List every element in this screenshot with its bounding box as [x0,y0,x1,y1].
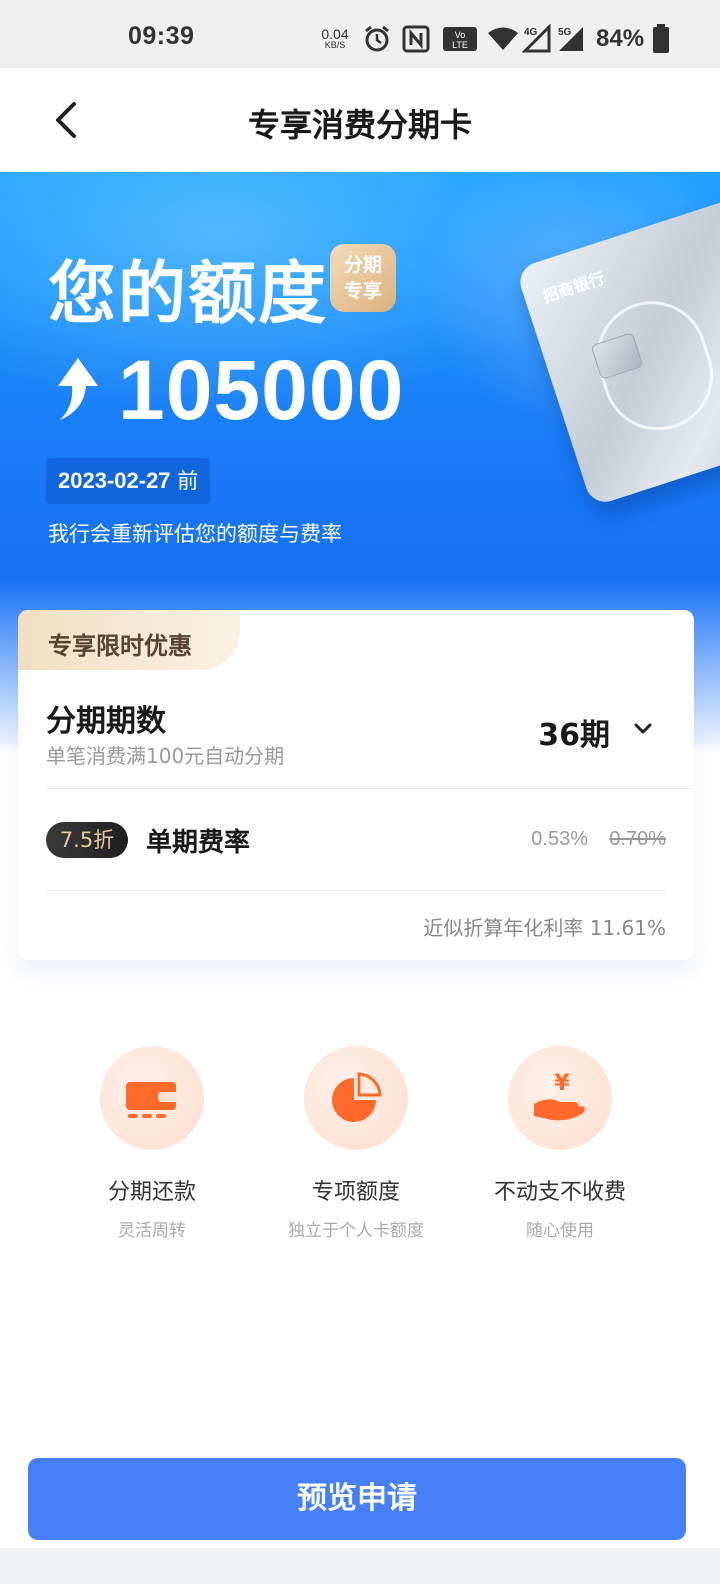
feature-dedicated-limit: 专项额度 独立于个人卡额度 [246,1046,466,1241]
feature-subtitle: 独立于个人卡额度 [288,1221,424,1241]
limited-offer-tag: 专享限时优惠 [18,610,240,670]
network-speed: 0.04 KB/S [321,26,349,50]
divider [46,890,666,891]
yuan-hand-icon: ¥ [508,1046,612,1150]
term-selector[interactable]: 36期 [538,710,610,754]
gesture-bar [0,1548,720,1584]
feature-list: 分期还款 灵活周转 专项额度 独立于个人卡额度 ¥ 不动支不收费 随心使用 [0,1046,720,1246]
svg-text:4G: 4G [524,27,538,38]
feature-subtitle: 随心使用 [526,1221,594,1241]
svg-text:Vo: Vo [455,30,466,40]
discount-badge: 7.5折 [46,822,128,858]
bank-logo: 招商银行 [540,268,608,307]
feature-installment-repay: 分期还款 灵活周转 [42,1046,262,1241]
navigation-bar: 专享消费分期卡 [0,68,720,172]
wifi-icon [488,27,518,50]
original-rate: 0.70% [609,828,666,850]
feature-title: 专项额度 [311,1180,400,1205]
status-time: 09:39 [128,22,195,50]
signal-5g-icon: 5G [558,27,583,51]
term-description: 单笔消费满100元自动分期 [46,744,285,768]
feature-no-fee: ¥ 不动支不收费 随心使用 [450,1046,670,1241]
svg-text:5G: 5G [558,27,572,38]
discounted-rate: 0.53% [531,828,588,850]
chevron-down-icon[interactable] [632,718,654,740]
preview-apply-button[interactable]: 预览申请 [28,1458,686,1540]
battery-icon [653,24,669,53]
svg-text:¥: ¥ [554,1071,570,1096]
rate-label: 单期费率 [146,828,251,858]
evaluation-date-tag: 2023-02-27 前 [46,458,211,504]
credit-limit-amount: 105000 [118,343,405,437]
term-label: 分期期数 [46,704,166,739]
feature-subtitle: 灵活周转 [118,1221,186,1241]
status-bar: 09:39 0.04 KB/S Vo LTE 4G 5G 84% [0,0,720,68]
annualized-rate-note: 近似折算年化利率 11.61% [423,916,666,940]
limit-title: 您的额度 [48,255,329,334]
limit-up-arrow-icon [58,358,98,420]
battery-percent: 84% [596,25,645,52]
reevaluation-note: 我行会重新评估您的额度与费率 [48,522,342,546]
nfc-icon [402,25,430,53]
installment-offer-card: 专享限时优惠 分期期数 单笔消费满100元自动分期 36期 7.5折 单期费率 … [18,610,694,960]
feature-title: 分期还款 [107,1180,196,1205]
signal-4g-icon: 4G [522,24,551,53]
page-title: 专享消费分期卡 [247,106,472,144]
divider [46,788,694,789]
feature-title: 不动支不收费 [493,1180,626,1205]
pie-chart-icon [304,1046,408,1150]
wallet-icon [100,1046,204,1150]
alarm-icon [365,25,389,52]
svg-text:LTE: LTE [452,40,468,50]
installment-badge: 分期 专享 [330,244,396,312]
volte-icon: Vo LTE [443,27,477,51]
